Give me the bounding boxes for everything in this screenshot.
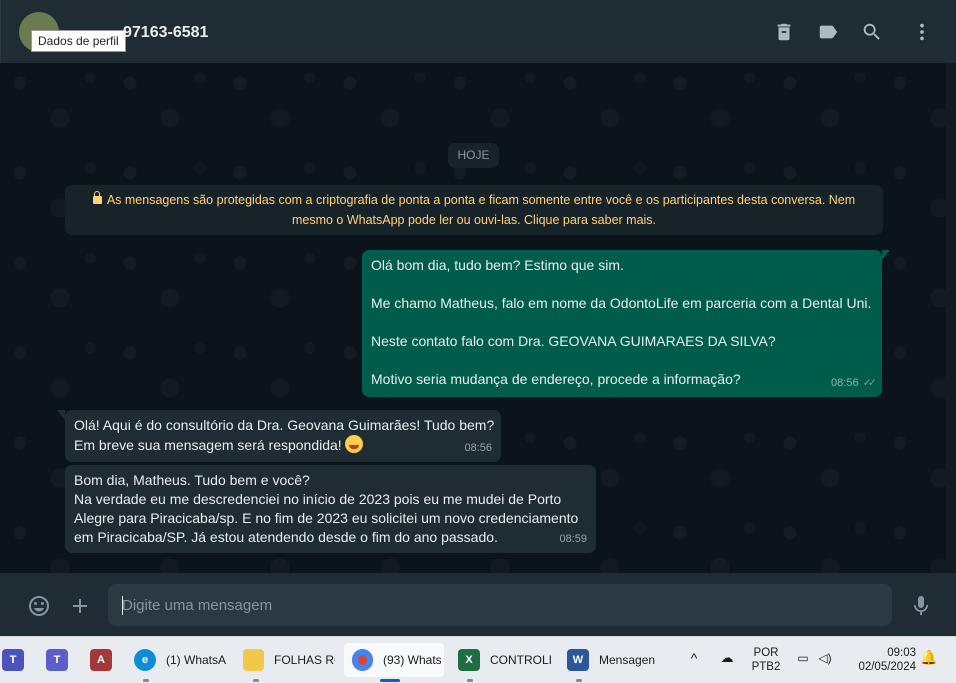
message-outgoing[interactable]: Olá bom dia, tudo bem? Estimo que sim. M… (362, 250, 890, 397)
message-incoming[interactable]: Bom dia, Matheus. Tudo bem e você? Na ve… (65, 465, 596, 553)
chat-header: Dados de perfil 97163-6581 (0, 0, 956, 63)
microphone-icon[interactable] (908, 593, 934, 619)
taskbar-app-word[interactable]: W Mensagen (567, 643, 667, 677)
text-caret (122, 596, 123, 615)
taskbar-app-teams[interactable]: T (2, 643, 28, 677)
cloud-offline-icon[interactable]: ☁ (716, 651, 738, 665)
clock[interactable]: 09:03 02/05/2024 (848, 646, 916, 674)
taskbar-app-explorer[interactable]: FOLHAS RC (243, 643, 335, 677)
search-icon[interactable] (860, 20, 884, 44)
taskbar-app-chrome[interactable]: (93) Whats (344, 643, 444, 677)
smiling-face-with-hearts-icon (344, 435, 363, 453)
message-input[interactable] (108, 584, 892, 626)
access-icon: A (90, 649, 112, 671)
profile-tooltip: Dados de perfil (31, 30, 126, 52)
taskbar-app-excel[interactable]: X CONTROLI (458, 643, 556, 677)
double-check-icon: ✓✓ (862, 377, 878, 389)
excel-icon: X (458, 649, 480, 671)
message-time: 08:56 (464, 442, 492, 454)
windows-taskbar: T T A e (1) WhatsA FOLHAS RC (93) Whats … (0, 636, 956, 683)
taskbar-app-edge[interactable]: e (1) WhatsA (134, 643, 234, 677)
notification-bell-icon[interactable]: 🔔 (920, 650, 938, 664)
emoji-icon[interactable] (26, 593, 52, 619)
edge-icon: e (134, 649, 156, 671)
menu-icon[interactable] (910, 20, 934, 44)
composer (0, 573, 956, 636)
lock-icon (92, 191, 102, 204)
chevron-up-icon[interactable]: ^ (686, 651, 702, 665)
volume-icon[interactable]: ◁) (816, 651, 834, 665)
delete-chat-icon[interactable] (772, 20, 796, 44)
teams-new-icon: T (46, 649, 68, 671)
language-indicator[interactable]: POR PTB2 (748, 646, 784, 674)
message-time: 08:56 ✓✓ (831, 374, 878, 393)
teams-icon: T (2, 649, 24, 671)
network-icon[interactable]: ▭ (794, 651, 812, 665)
attach-plus-icon[interactable] (67, 593, 93, 619)
word-icon: W (567, 649, 589, 671)
message-list: HOJE As mensagens são protegidas com a c… (0, 63, 956, 573)
message-time: 08:59 (559, 533, 587, 545)
message-incoming[interactable]: Olá! Aqui é do consultório da Dra. Geova… (57, 410, 501, 462)
folder-icon (243, 649, 264, 671)
taskbar-app-teams-new[interactable]: T (46, 643, 72, 677)
date-divider: HOJE (448, 143, 499, 168)
encryption-notice[interactable]: As mensagens são protegidas com a cripto… (65, 185, 883, 235)
whatsapp-window: Dados de perfil 97163-6581 HOJE As mensa… (0, 0, 956, 636)
chat-scrollbar[interactable] (946, 63, 956, 573)
chrome-icon (352, 649, 373, 671)
label-icon[interactable] (816, 20, 840, 44)
taskbar-app-access[interactable]: A (90, 643, 116, 677)
contact-name[interactable]: 97163-6581 (123, 24, 208, 42)
